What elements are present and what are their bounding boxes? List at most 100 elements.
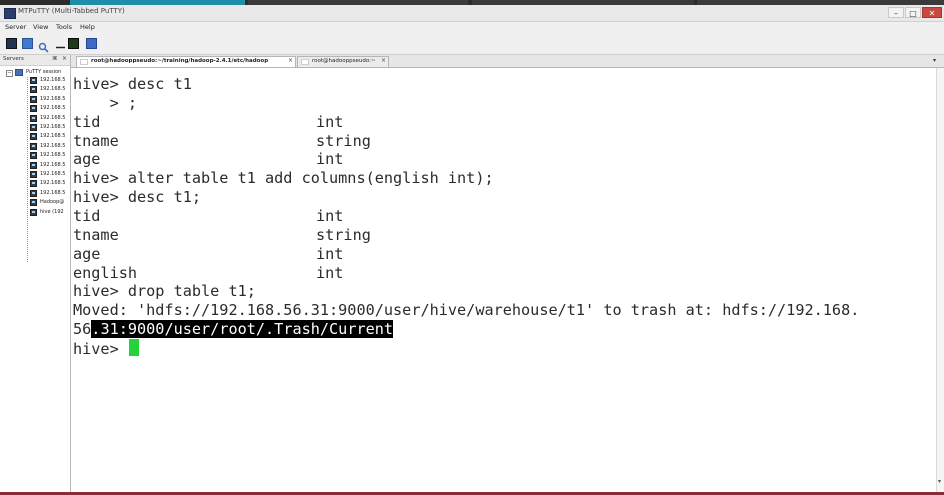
terminal-line-text: > ; (73, 93, 138, 112)
scroll-down-icon[interactable]: ▾ (938, 478, 941, 485)
tab-close-icon[interactable]: × (381, 57, 386, 64)
server-icon[interactable] (6, 38, 17, 49)
terminal-line: hive> desc t1 (73, 75, 192, 94)
server-list-item-label: 192.168.5 (40, 95, 66, 102)
terminal-line: age int (73, 150, 343, 169)
terminal-icon[interactable] (68, 38, 79, 49)
server-list-item[interactable]: 192.168.5 (30, 189, 70, 198)
server-list-item-label: 192.168.5 (40, 77, 66, 83)
server-icon (30, 142, 37, 150)
server-list-item[interactable]: 192.168.5 (30, 95, 70, 104)
server-list-item[interactable]: 192.168.5 (30, 161, 70, 170)
terminal-line: age int (73, 244, 343, 264)
server-icon (30, 114, 37, 122)
terminal-line: tid int (73, 112, 343, 132)
server-list-item[interactable]: 192.168.5 (30, 86, 70, 94)
pin-icon[interactable]: ⌘ (52, 56, 58, 62)
tree-guide-line (27, 77, 29, 262)
server-list-item[interactable]: 192.168.5 (30, 171, 70, 179)
column-type-text: int (316, 150, 344, 169)
server-icon (30, 124, 37, 131)
terminal-line-text: hive> desc t1; (73, 188, 202, 207)
terminal-line-text: tid (73, 112, 101, 131)
tab-hadoop-session[interactable]: root@hadooppseudo:~/training/hadoop-2.4.… (76, 56, 296, 67)
terminal-cursor (128, 338, 139, 356)
terminal-line-text: Moved: 'hdfs://192.168.56.31:9000/user/h… (73, 301, 860, 320)
menu-tools[interactable]: Tools (56, 23, 72, 31)
server-icon (30, 95, 37, 103)
menu-view[interactable]: View (33, 23, 48, 31)
save-icon[interactable] (86, 38, 97, 49)
connect-icon[interactable] (55, 38, 66, 49)
server-list-item-label: 192.168.5 (40, 161, 66, 168)
terminal-line-text: hive> (73, 339, 128, 358)
server-list-item-label: hive (192 (40, 208, 64, 215)
maximize-button[interactable]: □ (905, 7, 921, 18)
server-icon (30, 189, 37, 197)
menu-help[interactable]: Help (80, 23, 95, 31)
server-list-item-label: 192.168.5 (40, 105, 66, 112)
tab-close-icon[interactable]: × (288, 57, 293, 64)
server-list-item[interactable]: Hadoop@ (30, 199, 70, 207)
terminal-line-text: age (73, 150, 101, 169)
menu-server[interactable]: Server (5, 23, 26, 31)
server-list-item-label: 192.168.5 (40, 133, 66, 140)
terminal-line: hive> alter table t1 add columns(english… (73, 169, 494, 188)
server-list-item-label: Hadoop@ (40, 199, 65, 206)
server-list-item-label: 192.168.5 (40, 142, 66, 149)
servers-panel-header: Servers ⌘ × (0, 55, 70, 66)
terminal-line: english int (73, 263, 343, 283)
column-type-text: int (316, 206, 344, 225)
app-icon (4, 8, 16, 19)
terminal-scrollbar[interactable]: ▾ (936, 68, 944, 492)
server-list-item[interactable]: 192.168.5 (30, 152, 70, 160)
server-icon (30, 161, 37, 169)
server-list-item[interactable]: hive (192 (30, 208, 70, 217)
server-icon (30, 105, 37, 113)
terminal-line: hive> drop table t1; (73, 282, 256, 301)
title-bar: MTPuTTY (Multi-Tabbed PuTTY) – □ ✕ (0, 5, 944, 22)
tab-terminal-icon (301, 59, 309, 65)
server-icon (30, 86, 37, 94)
tab-label: root@hadooppseudo:~/training/hadoop-2.4.… (91, 58, 269, 64)
tree-root-label: PuTTY session (26, 69, 62, 75)
terminal-line: Moved: 'hdfs://192.168.56.31:9000/user/h… (73, 301, 859, 320)
terminal-output[interactable]: hive> desc t1 > ; tid int tname string age int… (71, 68, 936, 492)
minimize-button[interactable]: – (888, 7, 904, 18)
tab-root-session[interactable]: root@hadooppseudo:~ × (297, 56, 389, 67)
terminal-line-text: tid (73, 206, 101, 225)
terminal-line: tname string (73, 225, 371, 245)
tab-list-dropdown-icon[interactable]: ▾ (933, 57, 936, 64)
server-list-item[interactable]: 192.168.5 (30, 77, 70, 85)
servers-panel: Servers ⌘ × − PuTTY session 192.168.5 192… (0, 55, 71, 492)
collapse-icon[interactable]: − (6, 70, 13, 77)
server-list-item-label: 192.168.5 (40, 180, 66, 187)
server-list-item[interactable]: 192.168.5 (30, 114, 70, 123)
terminal-line-text: english (73, 263, 138, 282)
close-button[interactable]: ✕ (922, 7, 942, 18)
column-type-text: string (316, 131, 371, 150)
window-title: MTPuTTY (Multi-Tabbed PuTTY) (18, 7, 125, 15)
terminal-line-text: hive> drop table t1; (73, 282, 256, 301)
server-list-item-label: 192.168.5 (40, 86, 66, 93)
server-list-item[interactable]: 192.168.5 (30, 142, 70, 151)
server-list-item[interactable]: 192.168.5 (30, 105, 70, 113)
server-list-item[interactable]: 192.168.5 (30, 133, 70, 141)
terminal-line: 56.31:9000/user/root/.Trash/Current (73, 320, 394, 339)
server-list-item[interactable]: 192.168.5 (30, 180, 70, 188)
column-type-text: int (316, 244, 344, 263)
folder-icon[interactable] (22, 38, 33, 49)
session-folder-icon (15, 69, 23, 76)
terminal-line-text: 56 (73, 320, 92, 339)
server-list-item-label: 192.168.5 (40, 114, 66, 121)
terminal-line-text: age (73, 244, 101, 263)
panel-close-icon[interactable]: × (62, 55, 67, 62)
server-list-item-label: 192.168.5 (40, 124, 66, 130)
selected-text: .31:9000/user/root/.Trash/Current (91, 320, 394, 339)
server-icon (30, 133, 37, 141)
server-icon (30, 152, 37, 160)
terminal-line-text: tname (73, 225, 119, 244)
search-icon[interactable] (38, 38, 49, 53)
server-list-item[interactable]: 192.168.5 (30, 124, 70, 132)
terminal-line-text: hive> desc t1 (73, 75, 192, 93)
